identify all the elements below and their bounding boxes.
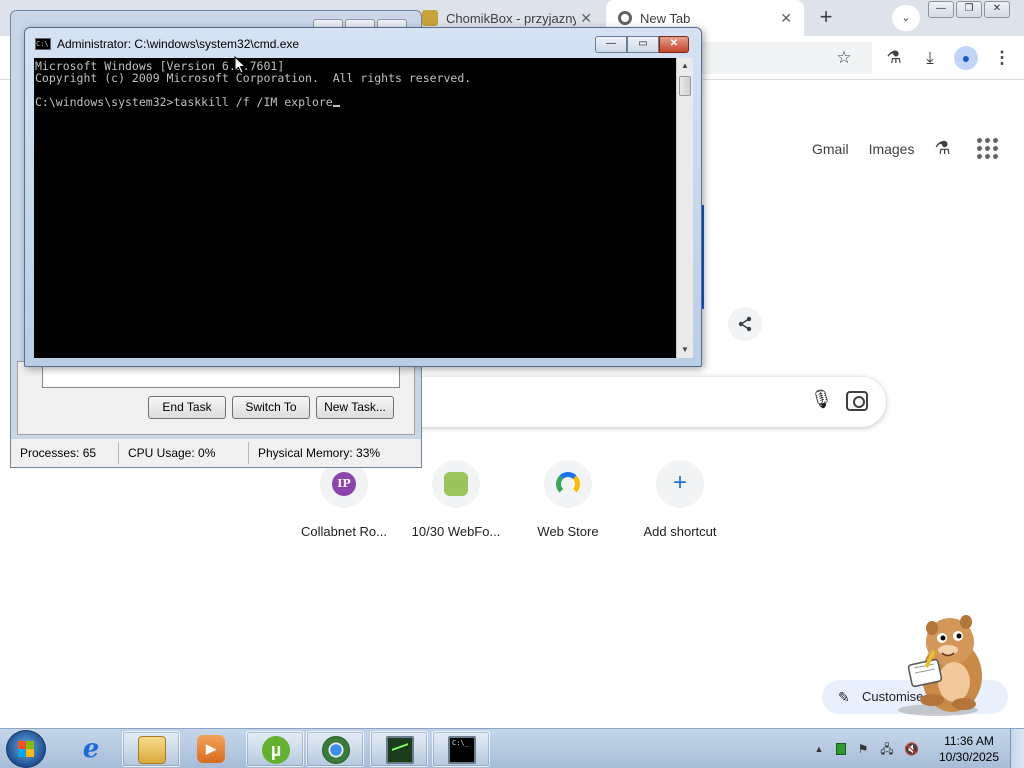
cmd-window-title: Administrator: C:\windows\system32\cmd.e…	[57, 37, 300, 51]
add-shortcut-button[interactable]: + Add shortcut	[624, 460, 736, 539]
new-tab-button[interactable]: +	[812, 4, 840, 32]
maximize-button[interactable]: ▭	[627, 36, 659, 53]
cmd-vertical-scrollbar[interactable]: ▲ ▼	[676, 58, 693, 358]
cmd-console-output[interactable]: Microsoft Windows [Version 6.1.7601] Copy…	[34, 58, 676, 358]
taskbar-task-manager[interactable]	[370, 731, 428, 767]
shortcut-icon-bg: +	[656, 460, 704, 508]
taskbar-windows-explorer[interactable]	[122, 731, 180, 767]
download-icon[interactable]: ⤓	[918, 46, 942, 70]
close-tab-icon[interactable]: ✕	[580, 10, 592, 27]
shortcut-label: Web Store	[537, 524, 599, 539]
webforum-favicon-icon	[444, 472, 468, 496]
green-tray-app-icon[interactable]	[836, 743, 846, 755]
folder-icon	[138, 736, 166, 764]
switch-to-button[interactable]: Switch To	[232, 396, 310, 419]
images-link[interactable]: Images	[869, 141, 915, 157]
ntp-shortcuts: IP Collabnet Ro... 10/30 WebFo... Web St…	[288, 460, 736, 539]
windows-logo-icon	[18, 741, 34, 757]
new-task-button[interactable]: New Task...	[316, 396, 394, 419]
share-doodle-button[interactable]	[728, 307, 762, 341]
plus-icon: +	[672, 469, 687, 496]
close-button[interactable]: ✕	[984, 1, 1010, 18]
taskbar-google-chrome[interactable]	[306, 731, 364, 767]
shortcut-icon-bg	[432, 460, 480, 508]
taskbar-internet-explorer[interactable]: e	[62, 731, 120, 767]
action-center-flag-icon[interactable]: ⚑	[856, 742, 870, 756]
cpu-usage: CPU Usage: 0%	[119, 442, 249, 464]
tab-title: ChomikBox - przyjazny p	[446, 10, 576, 26]
google-apps-icon[interactable]	[976, 138, 998, 159]
console-input-text: C:\windows\system32>taskkill /f /IM expl…	[35, 95, 333, 109]
chrome-window-controls: — ❐ ✕	[928, 1, 1010, 18]
close-tab-icon[interactable]: ✕	[780, 10, 792, 27]
voice-search-mic-icon[interactable]: 🎙	[810, 389, 833, 415]
tab-title: New Tab	[640, 10, 691, 26]
shortcut-label: Add shortcut	[643, 524, 717, 539]
network-icon[interactable]: 🖧	[880, 742, 894, 756]
clock-date: 10/30/2025	[938, 750, 1000, 764]
show-hidden-icons-arrow-icon[interactable]: ▲	[812, 742, 826, 756]
clock-time: 11:36 AM	[944, 734, 994, 748]
collabnet-favicon-icon: IP	[332, 472, 356, 496]
media-player-icon: ▶	[197, 735, 225, 763]
close-button[interactable]: ✕	[659, 36, 689, 53]
shortcut-tile[interactable]: 10/30 WebFo...	[400, 460, 512, 539]
profile-avatar-icon[interactable]: ●	[954, 46, 978, 70]
task-manager-status-bar: Processes: 65 CPU Usage: 0% Physical Mem…	[11, 439, 421, 467]
taskbar-utorrent[interactable]: µ	[246, 731, 304, 767]
gmail-link[interactable]: Gmail	[812, 141, 849, 157]
hamster-mascot-icon	[898, 615, 982, 716]
internet-explorer-icon: e	[82, 734, 100, 764]
chrome-favicon-icon	[618, 11, 632, 25]
cmd-app-icon: C:\	[35, 38, 51, 50]
shortcut-tile[interactable]: Web Store	[512, 460, 624, 539]
system-tray: ▲ ⚑ 🖧 🔇 11:36 AM 10/30/2025	[812, 729, 1004, 768]
cmd-title-bar[interactable]: C:\ Administrator: C:\windows\system32\c…	[35, 37, 299, 51]
text-cursor	[332, 105, 340, 107]
taskbar-command-prompt[interactable]: C:\_	[432, 731, 490, 767]
taskbar-media-player[interactable]: ▶	[182, 731, 240, 767]
processes-count: Processes: 65	[11, 442, 119, 464]
task-manager-icon	[386, 736, 414, 764]
console-prompt-line: C:\windows\system32>taskkill /f /IM expl…	[35, 96, 676, 108]
shortcut-label: 10/30 WebFo...	[411, 524, 501, 539]
mouse-pointer-icon	[234, 56, 246, 74]
volume-muted-icon[interactable]: 🔇	[904, 742, 919, 756]
command-prompt-icon: C:\_	[448, 736, 476, 764]
pencil-icon: ✎	[838, 689, 850, 705]
scroll-up-arrow-icon[interactable]: ▲	[677, 58, 693, 74]
console-line: Copyright (c) 2009 Microsoft Corporation…	[35, 71, 472, 85]
chrome-menu-icon[interactable]: ⋮	[990, 46, 1014, 70]
google-lens-camera-icon[interactable]	[846, 391, 868, 411]
scroll-thumb[interactable]	[679, 76, 691, 96]
chomikbox-favicon-icon	[422, 10, 438, 26]
end-task-button[interactable]: End Task	[148, 396, 226, 419]
ntp-header-links: Gmail Images ⚗	[812, 138, 998, 159]
shortcut-icon-bg	[544, 460, 592, 508]
show-desktop-button[interactable]	[1010, 729, 1024, 768]
minimize-button[interactable]: —	[928, 1, 954, 18]
labs-flask-icon[interactable]: ⚗	[882, 46, 906, 70]
cmd-window-controls: — ▭ ✕	[595, 36, 689, 53]
minimize-button[interactable]: —	[595, 36, 627, 53]
cmd-window: C:\ Administrator: C:\windows\system32\c…	[24, 27, 702, 367]
maximize-button[interactable]: ❐	[956, 1, 982, 18]
scroll-down-arrow-icon[interactable]: ▼	[677, 342, 693, 358]
taskbar-clock[interactable]: 11:36 AM 10/30/2025	[934, 733, 1004, 765]
utorrent-icon: µ	[262, 736, 290, 764]
web-store-favicon-icon	[556, 472, 580, 496]
share-icon	[738, 316, 752, 332]
tab-search-button[interactable]: ⌄	[892, 5, 920, 31]
bookmark-star-icon[interactable]: ☆	[832, 46, 856, 70]
shortcut-label: Collabnet Ro...	[301, 524, 387, 539]
shortcut-tile[interactable]: IP Collabnet Ro...	[288, 460, 400, 539]
physical-memory: Physical Memory: 33%	[258, 446, 381, 460]
task-manager-body: End Task Switch To New Task...	[17, 361, 415, 435]
start-button[interactable]	[6, 730, 46, 768]
google-search-box[interactable]: 🎙	[380, 377, 886, 427]
labs-flask-icon[interactable]: ⚗	[934, 138, 950, 159]
chrome-icon	[322, 736, 350, 764]
windows-taskbar: e ▶ µ C:\_ ▲ ⚑ 🖧 🔇 11:36 AM 10/30/2025	[0, 728, 1024, 768]
